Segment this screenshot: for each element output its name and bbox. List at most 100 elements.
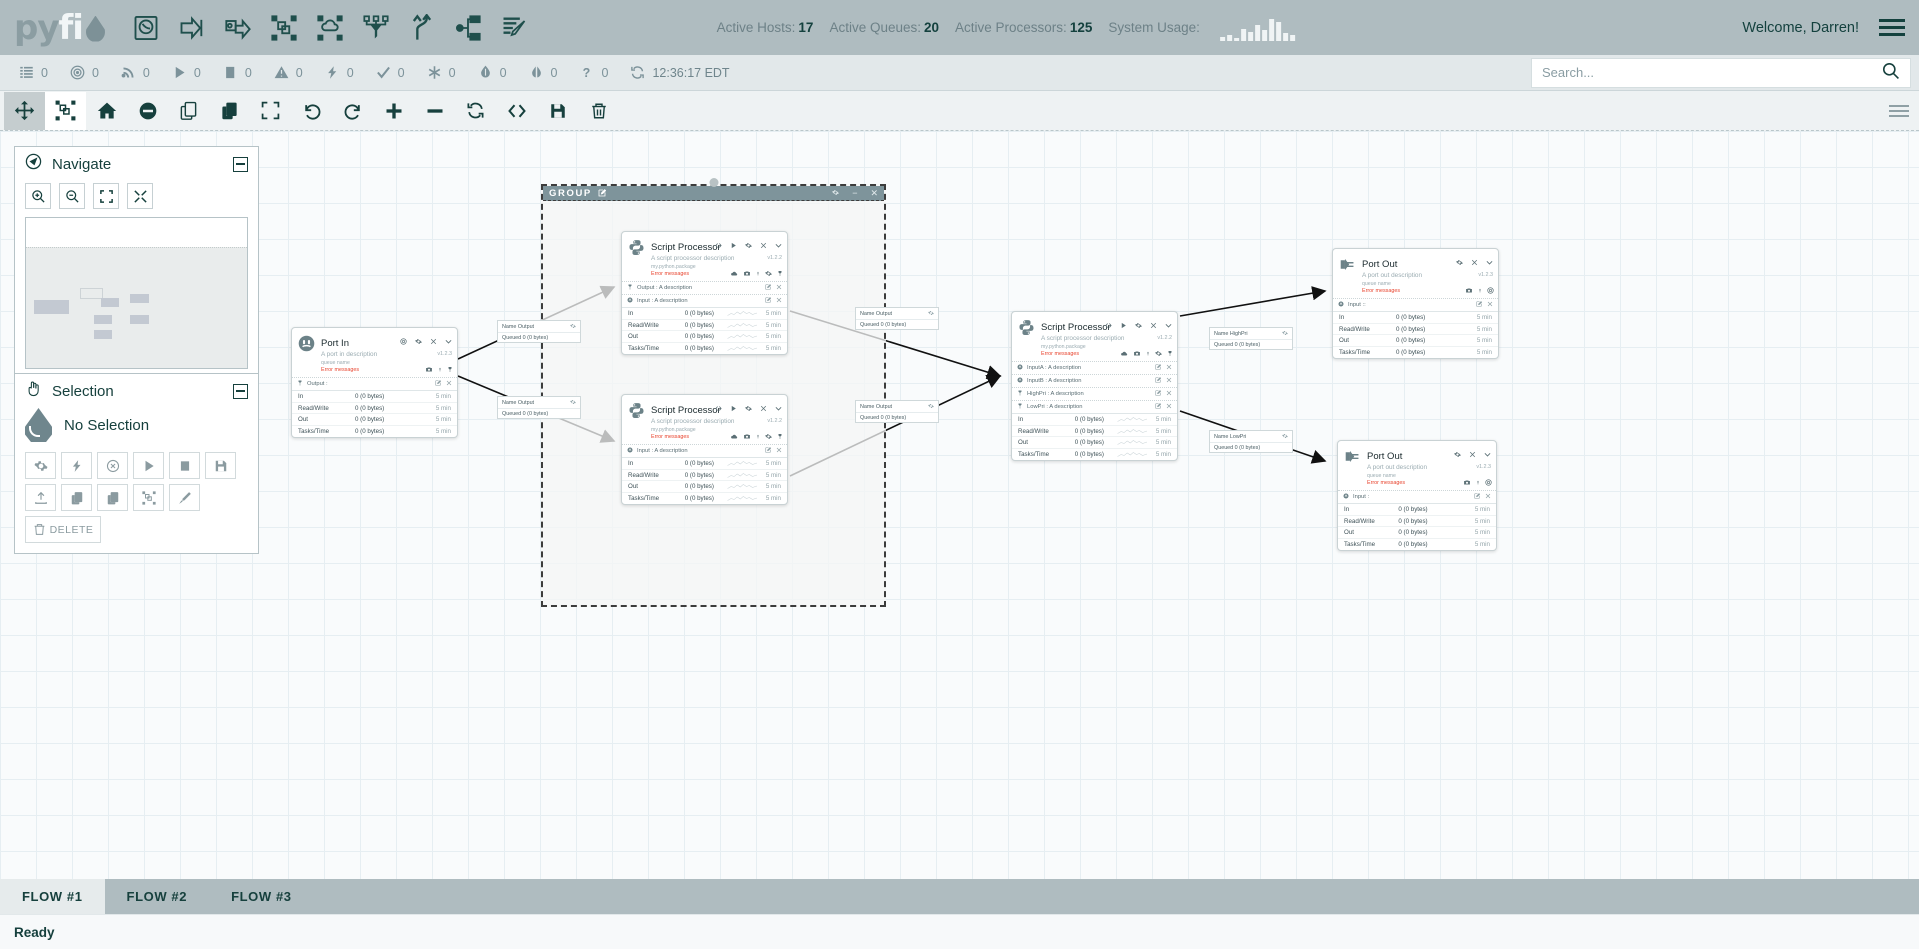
plug-icon[interactable] [447, 360, 453, 378]
node-port-row[interactable]: Input : [1338, 490, 1496, 503]
start-button[interactable] [133, 452, 164, 479]
close-icon[interactable] [1487, 301, 1493, 309]
refresh-button[interactable] [455, 92, 496, 130]
paste-selection-button[interactable] [97, 484, 128, 511]
zoom-out-nav-button[interactable] [59, 183, 85, 209]
group-header[interactable]: GROUP − ✕ [543, 186, 884, 201]
camera-icon[interactable] [743, 427, 751, 445]
gear-icon[interactable] [1454, 445, 1461, 463]
edit-icon[interactable] [1155, 364, 1162, 372]
save-selection-button[interactable] [205, 452, 236, 479]
gear-icon[interactable] [928, 310, 934, 318]
flow-node-port-out-bottom[interactable]: Port Out A port out description queue na… [1337, 440, 1497, 552]
branch-split-icon[interactable] [399, 8, 445, 48]
cloud-icon[interactable] [730, 427, 738, 445]
edit-icon[interactable] [1476, 301, 1483, 309]
gear-icon[interactable] [1282, 433, 1288, 441]
pan-tool-button[interactable] [4, 91, 45, 130]
node-port-row[interactable]: Output : A description [622, 281, 787, 294]
zoom-in-button[interactable] [373, 92, 414, 130]
save-button[interactable] [537, 92, 578, 130]
stop-button[interactable] [169, 452, 200, 479]
close-icon[interactable] [1485, 493, 1491, 501]
connection-label[interactable]: Name Output Queued 0 (0 bytes) [855, 400, 939, 423]
close-icon[interactable] [446, 380, 452, 388]
colorize-button[interactable] [169, 484, 200, 511]
gear-icon[interactable] [1456, 253, 1463, 271]
camera-icon[interactable] [1465, 281, 1473, 299]
edit-icon[interactable] [1474, 493, 1481, 501]
close-icon[interactable] [1166, 390, 1172, 398]
connection-label[interactable]: Name LowPri Queued 0 (0 bytes) [1209, 430, 1293, 453]
play-icon[interactable] [1120, 316, 1127, 334]
edit-icon[interactable] [765, 284, 772, 292]
alert-icon[interactable] [1478, 281, 1482, 299]
status-item-warning[interactable]: 0 [263, 65, 314, 80]
gear-icon[interactable] [570, 323, 576, 331]
gear-icon[interactable] [765, 264, 772, 282]
connection-label[interactable]: Name HighPri Queued 0 (0 bytes) [1209, 327, 1293, 350]
fit-screen-button[interactable] [93, 183, 119, 209]
status-item-stopped[interactable]: 0 [212, 65, 263, 80]
close-icon[interactable] [776, 284, 782, 292]
status-item-bolt[interactable]: 0 [314, 65, 365, 80]
tab-flow-2[interactable]: FLOW #2 [105, 879, 210, 914]
gear-icon[interactable] [570, 399, 576, 407]
zoom-out-button[interactable] [414, 92, 455, 130]
node-port-row[interactable]: InputA : A description [1012, 361, 1177, 374]
disable-selection-button[interactable] [97, 452, 128, 479]
connection-label[interactable]: Name Output Queued 0 (0 bytes) [497, 320, 581, 343]
edit-icon[interactable] [1155, 390, 1162, 398]
target-icon[interactable] [1485, 473, 1492, 491]
close-icon[interactable] [760, 399, 767, 417]
gear-icon[interactable] [765, 427, 772, 445]
graph-nodes-icon[interactable] [445, 8, 491, 48]
group-close-icon[interactable]: ✕ [870, 188, 878, 199]
redo-button[interactable] [332, 92, 373, 130]
status-item-upload[interactable]: 0 [467, 65, 518, 80]
node-header[interactable]: Port In A port in description queue name… [292, 328, 457, 377]
delete-selection-button[interactable]: DELETE [25, 516, 101, 543]
gear-icon[interactable] [745, 236, 752, 254]
export-flow-icon[interactable] [215, 8, 261, 48]
chevron-down-icon[interactable] [445, 332, 452, 350]
edit-script-icon[interactable] [491, 8, 537, 48]
home-button[interactable] [86, 92, 127, 130]
tab-flow-3[interactable]: FLOW #3 [209, 879, 314, 914]
delete-button[interactable] [578, 92, 619, 130]
flow-node-port-out-top[interactable]: Port Out A port out description queue na… [1332, 248, 1499, 360]
chevron-down-icon[interactable] [775, 236, 782, 254]
code-button[interactable] [496, 92, 537, 130]
close-icon[interactable] [1471, 253, 1478, 271]
node-header[interactable]: Script Processor A script processor desc… [1012, 312, 1177, 361]
plug-icon[interactable] [777, 264, 783, 282]
loop-disk-icon[interactable] [123, 8, 169, 48]
alert-icon[interactable] [438, 360, 442, 378]
close-icon[interactable] [1166, 403, 1172, 411]
plug-icon[interactable] [777, 427, 783, 445]
node-header[interactable]: Script Processor A script processor desc… [622, 395, 787, 444]
close-icon[interactable] [1150, 316, 1157, 334]
camera-icon[interactable] [1133, 344, 1141, 362]
edit-icon[interactable] [598, 184, 607, 202]
status-item-question[interactable]: ? 0 [568, 65, 619, 80]
edit-icon[interactable] [1155, 377, 1162, 385]
upload-button[interactable] [25, 484, 56, 511]
alert-icon[interactable] [1146, 344, 1150, 362]
flow-node-script-proc-right[interactable]: Script Processor A script processor desc… [1011, 311, 1178, 462]
node-port-row[interactable]: InputB : A description [1012, 374, 1177, 387]
menu-icon[interactable] [1879, 19, 1905, 36]
node-header[interactable]: Script Processor A script processor desc… [622, 232, 787, 281]
alert-icon[interactable] [1476, 473, 1480, 491]
status-item-asterisk[interactable]: 0 [416, 65, 467, 80]
camera-icon[interactable] [1463, 473, 1471, 491]
select-tool-button[interactable] [45, 91, 86, 130]
group-resize-handle[interactable] [709, 178, 718, 187]
chevron-down-icon[interactable] [775, 399, 782, 417]
expand-button[interactable] [127, 183, 153, 209]
flow-canvas[interactable]: Navigate Selection No Selection DELETE G… [0, 131, 1919, 897]
group-settings-icon[interactable] [832, 188, 839, 198]
gear-icon[interactable] [745, 399, 752, 417]
disable-button[interactable] [127, 92, 168, 130]
cloud-deploy-icon[interactable] [307, 8, 353, 48]
